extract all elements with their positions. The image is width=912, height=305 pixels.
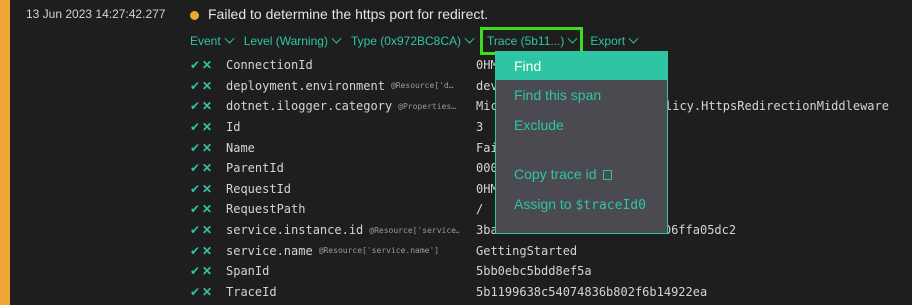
type-menu-label: Type (0x972BC8CA) [350,34,462,48]
include-check-icon[interactable]: ✔ [190,161,202,175]
exclude-menu-item[interactable]: Exclude [496,117,667,133]
property-row: ✔ ✕ TraceId 5b1199638c54074836b802f6b1492… [190,282,910,303]
property-name[interactable]: dotnet.ilogger.category [226,99,392,113]
exclude-x-icon[interactable]: ✕ [202,223,226,237]
include-check-icon[interactable]: ✔ [190,182,202,196]
assign-variable-name: $traceId0 [575,198,646,213]
chevron-down-icon [628,33,639,44]
copy-icon [603,170,613,180]
event-menu-label: Event [190,34,221,48]
exclude-x-icon[interactable]: ✕ [202,58,226,72]
property-name[interactable]: service.name [226,244,313,258]
copy-trace-id-label: Copy trace id [514,166,597,182]
exclude-x-icon[interactable]: ✕ [202,161,226,175]
exclude-x-icon[interactable]: ✕ [202,202,226,216]
exclude-x-icon[interactable]: ✕ [202,141,226,155]
exclude-x-icon[interactable]: ✕ [202,79,226,93]
include-check-icon[interactable]: ✔ [190,79,202,93]
type-menu-button[interactable]: Type (0x972BC8CA) [350,33,475,48]
property-name[interactable]: deployment.environment [226,79,385,93]
property-name[interactable]: TraceId [226,285,277,299]
property-source: @Resource['service… [369,225,460,235]
include-check-icon[interactable]: ✔ [190,264,202,278]
event-timestamp: 13 Jun 2023 14:27:42.277 [26,7,166,21]
category-value-tail: licy.HttpsRedirectionMiddleware [665,99,889,113]
chevron-down-icon [567,33,578,44]
event-filter-bar: Event Level (Warning) Type (0x972BC8CA) … [190,27,648,55]
include-check-icon[interactable]: ✔ [190,58,202,72]
include-check-icon[interactable]: ✔ [190,223,202,237]
warning-level-dot-icon [190,11,199,20]
level-menu-label: Level (Warning) [243,34,328,48]
property-value[interactable]: 5b1199638c54074836b802f6b14922ea [476,285,707,299]
exclude-x-icon[interactable]: ✕ [202,120,226,134]
property-row: ✔ ✕ service.name @Resource['service.name'… [190,240,910,261]
property-name[interactable]: Id [226,120,240,134]
property-value[interactable]: 5bb0ebc5bdd8ef5a [476,264,592,278]
include-check-icon[interactable]: ✔ [190,120,202,134]
find-this-span-menu-item[interactable]: Find this span [496,87,667,103]
event-message[interactable]: Failed to determine the https port for r… [208,6,488,22]
include-check-icon[interactable]: ✔ [190,285,202,299]
property-row: ✔ ✕ SpanId 5bb0ebc5bdd8ef5a [190,261,910,282]
property-value[interactable]: GettingStarted [476,244,577,258]
exclude-x-icon[interactable]: ✕ [202,285,226,299]
exclude-x-icon[interactable]: ✕ [202,182,226,196]
include-check-icon[interactable]: ✔ [190,244,202,258]
property-value[interactable]: / [476,202,483,216]
include-check-icon[interactable]: ✔ [190,141,202,155]
chevron-down-icon [224,33,235,44]
trace-dropdown-menu: Find Find this span Exclude Copy trace i… [495,51,668,234]
property-value[interactable]: 3 [476,120,483,134]
copy-trace-id-menu-item[interactable]: Copy trace id [496,166,667,182]
level-accent-bar [0,0,10,305]
include-check-icon[interactable]: ✔ [190,202,202,216]
property-name[interactable]: RequestPath [226,202,305,216]
exclude-x-icon[interactable]: ✕ [202,244,226,258]
property-source: @Resource['d… [390,81,454,91]
export-menu-button[interactable]: Export [590,33,639,48]
property-source: @Resource['service.name'] [318,246,440,256]
property-name[interactable]: RequestId [226,182,291,196]
chevron-down-icon [331,33,342,44]
property-source: @Properties… [398,101,456,111]
trace-menu-label: Trace (5b11...) [487,34,565,48]
exclude-x-icon[interactable]: ✕ [202,99,226,113]
level-menu-button[interactable]: Level (Warning) [243,33,342,48]
assign-to-menu-item[interactable]: Assign to $traceId0 [496,196,667,213]
include-check-icon[interactable]: ✔ [190,99,202,113]
property-name[interactable]: ConnectionId [226,58,313,72]
property-name[interactable]: Name [226,141,255,155]
assign-to-label: Assign to [514,196,572,212]
exclude-x-icon[interactable]: ✕ [202,264,226,278]
event-menu-button[interactable]: Event [190,33,235,48]
chevron-down-icon [464,33,475,44]
property-name[interactable]: service.instance.id [226,223,363,237]
property-name[interactable]: ParentId [226,161,284,175]
find-menu-item[interactable]: Find [496,52,667,80]
export-menu-label: Export [590,34,626,48]
property-name[interactable]: SpanId [226,264,269,278]
